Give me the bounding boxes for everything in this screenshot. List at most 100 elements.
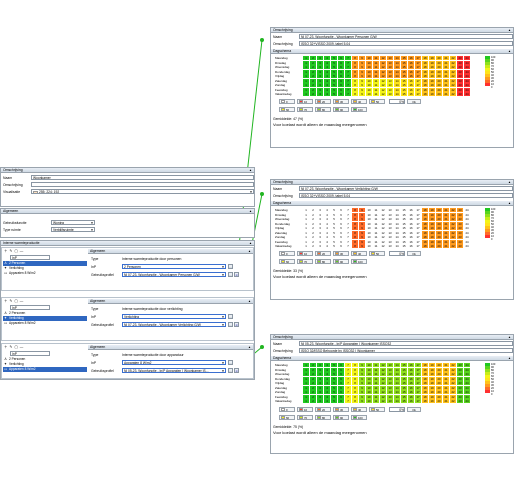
schedule-cell[interactable]: 3	[317, 367, 324, 372]
schedule-cell[interactable]: 22	[450, 221, 457, 226]
schedule-cell[interactable]: 17	[415, 221, 422, 226]
schedule-cell[interactable]: 11	[373, 235, 380, 239]
schedule-cell[interactable]: 21	[443, 235, 450, 239]
schedule-cell[interactable]: 22	[450, 244, 457, 248]
schedule-cell[interactable]: 9	[359, 221, 366, 226]
schedule-cell[interactable]: 1	[303, 212, 310, 217]
schedule-cell[interactable]: 8	[352, 235, 359, 239]
schedule-cell[interactable]: 22	[450, 208, 457, 212]
schedule-cell[interactable]: 5	[331, 56, 338, 60]
schedule-cell[interactable]: 13	[387, 60, 394, 65]
omschrijving-field[interactable]: ISSO 32+VISSO 2009, tabel 5.04	[299, 41, 513, 46]
schedule-cell[interactable]: 8	[352, 78, 359, 83]
schedule-cell[interactable]: 10	[366, 372, 373, 376]
schedule-cell[interactable]: 3	[317, 56, 324, 60]
schedule-cell[interactable]: 20	[436, 244, 443, 248]
percentage-button[interactable]: 70	[297, 107, 313, 112]
schedule-cell[interactable]: 4	[324, 372, 331, 376]
schedule-cell[interactable]: 3	[317, 363, 324, 367]
schedule-cell[interactable]: 21	[443, 394, 450, 399]
chevron-down-icon[interactable]: ▼	[221, 369, 225, 372]
schedule-cell[interactable]: 14	[394, 394, 401, 399]
gebruiksprofiel-edit-button[interactable]: …	[228, 272, 233, 277]
schedule-cell[interactable]: 4	[324, 92, 331, 96]
schedule-cell[interactable]: 13	[387, 244, 394, 248]
schedule-cell[interactable]: 10	[366, 60, 373, 65]
inp-edit-button[interactable]: …	[228, 314, 233, 319]
schedule-cell[interactable]: 23	[457, 244, 464, 248]
schedule-cell[interactable]: 2	[310, 217, 317, 221]
schedule-cell[interactable]: 5	[331, 92, 338, 96]
schedule-cell[interactable]: 13	[387, 226, 394, 230]
schedule-cell[interactable]: 18	[422, 230, 429, 235]
schedule-cell[interactable]: 2	[310, 208, 317, 212]
schedule-cell[interactable]: 14	[394, 87, 401, 92]
schedule-cell[interactable]: 8	[352, 376, 359, 381]
schedule-cell[interactable]: 18	[422, 394, 429, 399]
schedule-cell[interactable]: 19	[429, 92, 436, 96]
schedule-cell[interactable]: 12	[380, 235, 387, 239]
chevron-down-icon[interactable]: ▼	[221, 323, 225, 326]
chevron-down-icon[interactable]: ▼	[221, 265, 225, 268]
schedule-cell[interactable]: 7	[345, 399, 352, 403]
schedule-cell[interactable]: 23	[457, 376, 464, 381]
schedule-cell[interactable]: 16	[408, 235, 415, 239]
schedule-cell[interactable]: 20	[436, 381, 443, 385]
schedule-cell[interactable]: 1	[303, 87, 310, 92]
schedule-cell[interactable]: 11	[373, 78, 380, 83]
schedule-cell[interactable]: 22	[450, 226, 457, 230]
schedule-cell[interactable]: 8	[352, 212, 359, 217]
add-icon[interactable]: ＋	[4, 345, 8, 350]
percentage-button[interactable]: 50	[369, 251, 385, 256]
gebruiksprofiel-link-icon[interactable]: ➜	[234, 368, 239, 373]
schedule-cell[interactable]: 17	[415, 217, 422, 221]
schedule-cell[interactable]: 24	[464, 394, 471, 399]
schedule-cell[interactable]: 5	[331, 60, 338, 65]
schedule-cell[interactable]: 16	[408, 208, 415, 212]
schedule-cell[interactable]: 20	[436, 208, 443, 212]
percentage-button[interactable]: 50	[369, 407, 385, 412]
schedule-cell[interactable]: 8	[352, 87, 359, 92]
schedule-cell[interactable]: 3	[317, 69, 324, 74]
schedule-cell[interactable]: 15	[401, 78, 408, 83]
schedule-cell[interactable]: 21	[443, 92, 450, 96]
schedule-cell[interactable]: 10	[366, 363, 373, 367]
schedule-cell[interactable]: 1	[303, 390, 310, 394]
schedule-cell[interactable]: 3	[317, 221, 324, 226]
gebruiksprofiel-select[interactable]: Nl 07-23, Woonfunctie - Woonkamer Person…	[122, 272, 226, 277]
schedule-cell[interactable]: 5	[331, 226, 338, 230]
naam-field[interactable]: Nl 07-23, Woonfunctie - Woonkamer Verlic…	[299, 186, 513, 191]
schedule-cell[interactable]: 19	[429, 372, 436, 376]
inp-select[interactable]: 2 Personen ▼	[122, 264, 226, 269]
schedule-cell[interactable]: 10	[366, 87, 373, 92]
schedule-cell[interactable]: 23	[457, 394, 464, 399]
schedule-cell[interactable]: 13	[387, 74, 394, 78]
schedule-cell[interactable]: 16	[408, 212, 415, 217]
chevron-down-icon[interactable]: ▼	[221, 361, 225, 364]
schedule-cell[interactable]: 5	[331, 212, 338, 217]
schedule-cell[interactable]: 17	[415, 367, 422, 372]
omschrijving-header[interactable]: Omschrijving ▲	[271, 28, 513, 33]
schedule-cell[interactable]: 17	[415, 244, 422, 248]
schedule-cell[interactable]: 13	[387, 69, 394, 74]
schedule-cell[interactable]: 20	[436, 92, 443, 96]
schedule-cell[interactable]: 24	[464, 208, 471, 212]
edit-icon[interactable]: ✎	[10, 249, 13, 253]
schedule-cell[interactable]: 18	[422, 92, 429, 96]
schedule-cell[interactable]: 20	[436, 367, 443, 372]
schedule-cell[interactable]: 5	[331, 78, 338, 83]
schedule-cell[interactable]: 9	[359, 385, 366, 390]
schedule-cell[interactable]: 22	[450, 92, 457, 96]
schedule-cell[interactable]: 14	[394, 60, 401, 65]
schedule-cell[interactable]: 1	[303, 372, 310, 376]
schedule-cell[interactable]: 7	[345, 212, 352, 217]
list-item[interactable]: ▭ Apparaten 8 W/m2	[3, 367, 87, 372]
naam-field[interactable]: Woonkamer	[31, 175, 254, 180]
schedule-cell[interactable]: 20	[436, 363, 443, 367]
schedule-cell[interactable]: 8	[352, 230, 359, 235]
schedule-cell[interactable]: 16	[408, 376, 415, 381]
schedule-cell[interactable]: 18	[422, 56, 429, 60]
collapse-icon[interactable]: ▲	[248, 299, 251, 303]
schedule-cell[interactable]: 23	[457, 221, 464, 226]
schedule-cell[interactable]: 7	[345, 217, 352, 221]
